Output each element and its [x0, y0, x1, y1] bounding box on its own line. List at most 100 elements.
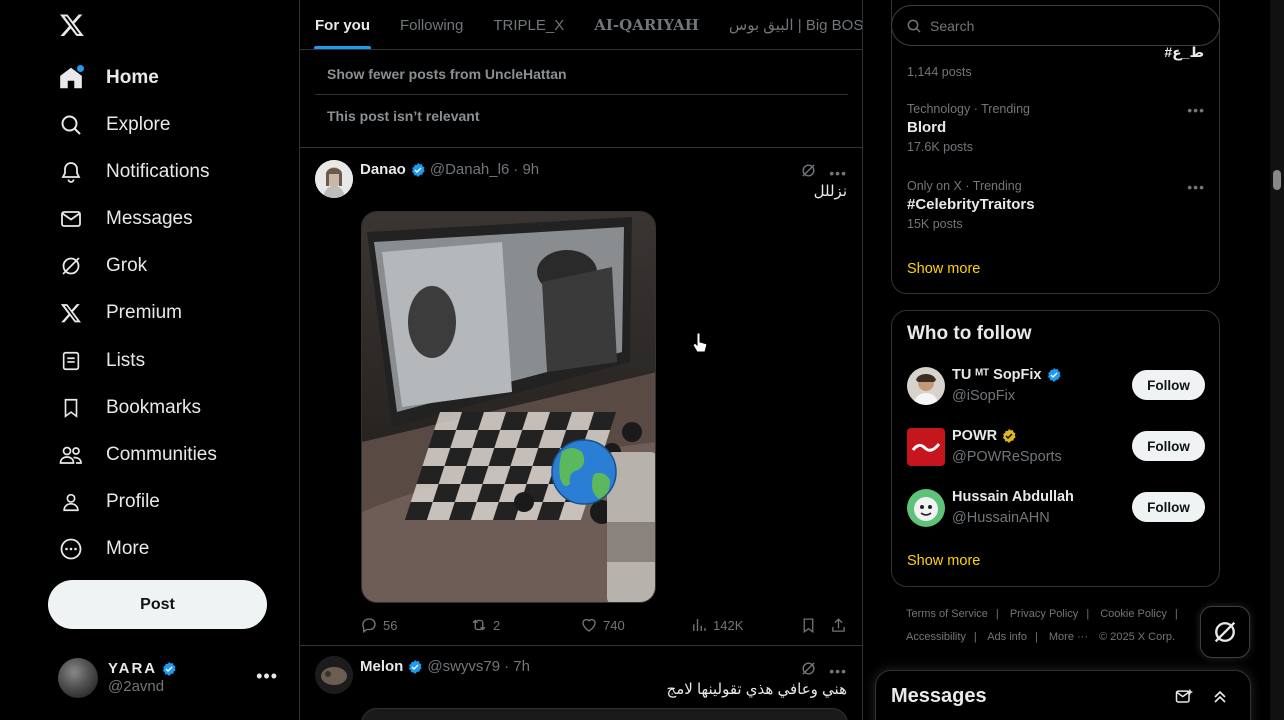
nav-label: Bookmarks [106, 397, 202, 418]
show-more-link[interactable]: Show more [907, 553, 980, 569]
footer-link-terms[interactable]: Terms of Service [906, 608, 988, 620]
trend-item[interactable]: Only on X · Trending #CelebrityTraitors … [907, 179, 1205, 231]
trend-meta: Only on X · Trending [907, 179, 1022, 193]
nav-messages[interactable]: Messages [56, 197, 193, 241]
suggestion-handle: @iSopFix [952, 388, 1016, 404]
more-dots-icon[interactable]: ••• [829, 165, 847, 181]
grok-icon[interactable] [800, 660, 817, 682]
footer-link-ads-info[interactable]: Ads info [987, 631, 1027, 643]
grok-icon [1214, 621, 1236, 643]
avatar[interactable] [315, 656, 353, 694]
tab-for-you[interactable]: For you [300, 0, 385, 49]
tab-triple-x[interactable]: TRIPLE_X [478, 0, 579, 49]
reply-count: 56 [383, 617, 398, 633]
page-scrollbar[interactable] [1270, 0, 1284, 720]
gold-verified-badge-icon [1001, 428, 1017, 444]
feedback-show-fewer[interactable]: Show fewer posts from UncleHattan [315, 53, 848, 95]
repost-count: 2 [493, 617, 501, 633]
nav-profile[interactable]: Profile [56, 480, 160, 524]
like-button[interactable]: 740 [580, 616, 625, 634]
more-dots-icon[interactable]: ••• [829, 663, 847, 679]
tweet-media[interactable] [361, 708, 848, 720]
avatar[interactable] [907, 489, 945, 527]
more-dots-icon[interactable]: ••• [1187, 179, 1205, 195]
tweet-media[interactable] [361, 211, 656, 603]
who-to-follow-title: Who to follow [907, 323, 1032, 344]
like-count: 740 [603, 617, 625, 633]
tweet-author-name[interactable]: Danao [360, 161, 406, 178]
account-switcher[interactable]: YARA @2avnd ••• [58, 656, 288, 700]
suggestion-name: POWR [952, 428, 998, 444]
search-input[interactable] [930, 17, 1210, 34]
account-handle: @2avnd [108, 678, 165, 695]
suggestion-name: Hussain Abdullah [952, 489, 1074, 505]
tab-following[interactable]: Following [385, 0, 478, 49]
nav-lists[interactable]: Lists [56, 339, 145, 383]
grok-float-button[interactable] [1200, 606, 1250, 658]
footer-link-privacy[interactable]: Privacy Policy [1010, 608, 1078, 620]
nav-grok[interactable]: Grok [56, 244, 147, 288]
nav-label: Grok [106, 255, 148, 276]
tweet-time[interactable]: · 9h [513, 161, 539, 178]
more-dots-icon[interactable]: ••• [256, 666, 278, 687]
tweet-author-name[interactable]: Melon [360, 658, 403, 675]
avatar [58, 658, 98, 698]
tab-ai-qariyah[interactable]: AI-QARIYAH [579, 0, 714, 49]
main-feed: For you Following TRIPLE_X AI-QARIYAH ال… [299, 0, 863, 720]
nav-premium[interactable]: Premium [56, 291, 182, 335]
footer-link-more[interactable]: More ··· [1049, 631, 1088, 643]
follow-suggestion[interactable]: POWR @POWReSports Follow [907, 428, 1205, 470]
trend-name[interactable]: #ط_ع [1164, 44, 1204, 61]
nav-more[interactable]: More [56, 527, 149, 571]
tweet-time[interactable]: · 7h [504, 658, 530, 675]
avatar[interactable] [907, 428, 945, 466]
suggestion-handle: @HussainAHN [952, 510, 1050, 526]
footer-link-cookie[interactable]: Cookie Policy [1100, 608, 1167, 620]
new-message-icon[interactable] [1174, 687, 1194, 712]
follow-suggestion[interactable]: Hussain Abdullah @HussainAHN Follow [907, 489, 1205, 531]
search-icon [907, 19, 921, 33]
messages-drawer[interactable]: Messages [875, 670, 1251, 720]
people-icon [56, 440, 86, 470]
avatar[interactable] [907, 367, 945, 405]
tweet-text: هني وعافي هذي تقولينها لامج [666, 681, 847, 698]
avatar[interactable] [315, 160, 353, 198]
search-bar[interactable] [891, 5, 1220, 46]
x-logo-icon[interactable] [56, 8, 88, 42]
nav-bookmarks[interactable]: Bookmarks [56, 386, 201, 430]
grok-icon[interactable] [800, 162, 817, 184]
reply-button[interactable]: 56 [360, 616, 397, 634]
views-button[interactable]: 142K [690, 616, 743, 634]
verified-badge-icon [410, 162, 426, 178]
follow-button[interactable]: Follow [1132, 492, 1205, 522]
tweet-author-handle[interactable]: @Danah_l6 [430, 161, 509, 178]
nav-label: Explore [106, 114, 171, 135]
tweet-author-handle[interactable]: @swyvs79 [427, 658, 500, 675]
views-icon [693, 619, 706, 631]
follow-button[interactable]: Follow [1132, 431, 1205, 461]
show-more-link[interactable]: Show more [907, 261, 980, 277]
feedback-not-relevant[interactable]: This post isn’t relevant [315, 95, 848, 137]
bookmark-button[interactable] [800, 617, 817, 634]
footer-separator: | [1034, 631, 1038, 643]
post-button[interactable]: Post [48, 580, 267, 629]
bookmark-icon [56, 393, 86, 423]
divider [300, 147, 862, 148]
chevron-up-icon[interactable] [1210, 687, 1230, 712]
more-dots-icon[interactable]: ••• [1187, 102, 1205, 118]
footer-link-accessibility[interactable]: Accessibility [906, 631, 966, 643]
grok-icon [56, 251, 86, 281]
trend-item[interactable]: Technology · Trending Blord 17.6K posts … [907, 102, 1205, 154]
share-button[interactable] [830, 617, 847, 634]
footer-links: Terms of Service | Privacy Policy | Cookie… [906, 603, 1206, 649]
nav-home[interactable]: Home [56, 56, 159, 100]
x-logo-icon [56, 298, 86, 328]
nav-communities[interactable]: Communities [56, 433, 217, 477]
nav-notifications[interactable]: Notifications [56, 150, 210, 194]
follow-suggestion[interactable]: TU ᴹᵀ SopFix @iSopFix Follow [907, 367, 1205, 409]
repost-button[interactable]: 2 [470, 616, 500, 634]
scrollbar-thumb[interactable] [1273, 170, 1281, 190]
follow-button[interactable]: Follow [1132, 370, 1205, 400]
nav-explore[interactable]: Explore [56, 103, 170, 147]
tab-big-boss[interactable]: البيق بوس | Big BOSS [714, 0, 862, 49]
